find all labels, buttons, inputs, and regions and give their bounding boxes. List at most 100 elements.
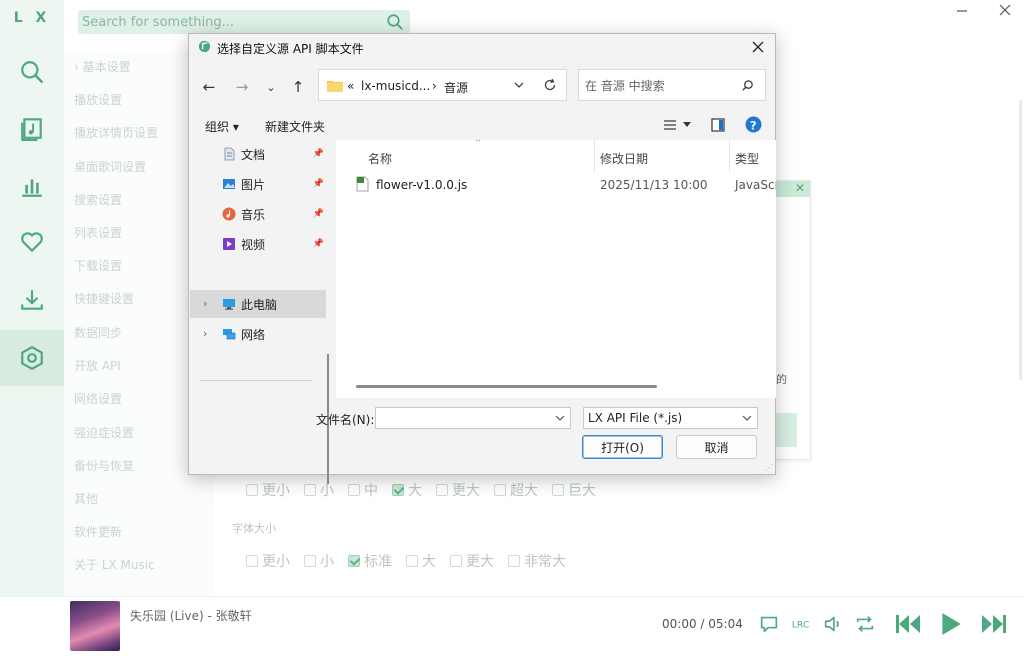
checkbox[interactable] bbox=[494, 484, 506, 496]
rail-search-button[interactable] bbox=[0, 44, 64, 100]
preview-pane-icon[interactable] bbox=[711, 118, 725, 132]
cancel-button[interactable]: 取消 bbox=[676, 435, 757, 459]
help-icon[interactable]: ? bbox=[745, 116, 762, 133]
horizontal-scrollbar[interactable] bbox=[356, 385, 657, 388]
play-icon[interactable] bbox=[937, 611, 963, 637]
size-option[interactable]: 中 bbox=[348, 480, 378, 500]
size-option[interactable]: 大 bbox=[392, 480, 422, 500]
filename-field[interactable] bbox=[375, 407, 571, 429]
checkbox[interactable] bbox=[552, 484, 564, 496]
settings-nav-item[interactable]: 播放详情页设置 bbox=[74, 124, 158, 141]
search-icon[interactable] bbox=[386, 13, 404, 31]
checkbox[interactable] bbox=[348, 484, 360, 496]
chevron-right-icon[interactable]: › bbox=[203, 297, 207, 310]
breadcrumb-overflow[interactable]: « bbox=[347, 79, 354, 93]
checkbox[interactable] bbox=[304, 555, 316, 567]
resize-grip-icon[interactable]: ⋰ bbox=[765, 463, 773, 472]
size-option[interactable]: 小 bbox=[304, 480, 334, 500]
checkbox-checked[interactable] bbox=[392, 484, 404, 496]
song-title[interactable]: 失乐园 (Live) - 张敬轩 bbox=[130, 607, 252, 624]
column-header-date[interactable]: 修改日期 bbox=[600, 150, 648, 167]
chevron-down-icon[interactable] bbox=[554, 412, 566, 424]
file-row[interactable]: flower-v1.0.0.js 2025/11/13 10:00 JavaSc… bbox=[354, 174, 776, 196]
address-dropdown-icon[interactable] bbox=[513, 78, 525, 92]
settings-nav-item[interactable]: 其他 bbox=[74, 490, 98, 507]
checkbox[interactable] bbox=[304, 484, 316, 496]
comment-icon[interactable] bbox=[758, 613, 780, 635]
search-icon[interactable] bbox=[741, 79, 754, 92]
settings-nav-item[interactable]: 网络设置 bbox=[74, 390, 122, 407]
next-icon[interactable] bbox=[980, 612, 1008, 636]
settings-nav-item[interactable]: 强迫症设置 bbox=[74, 424, 134, 441]
settings-nav-item[interactable]: 下载设置 bbox=[74, 257, 122, 274]
size-option[interactable]: 超大 bbox=[494, 480, 538, 500]
breadcrumb-item[interactable]: 音源 bbox=[444, 79, 468, 96]
global-search-input[interactable] bbox=[82, 12, 378, 32]
rail-download-button[interactable] bbox=[0, 272, 64, 328]
view-options-icon[interactable] bbox=[663, 119, 677, 131]
breadcrumb-separator[interactable]: › bbox=[432, 79, 437, 93]
back-button[interactable]: ← bbox=[200, 78, 218, 96]
tree-item-network[interactable]: › 网络 bbox=[190, 320, 326, 348]
checkbox-checked[interactable] bbox=[348, 555, 360, 567]
font-size-option[interactable]: 标准 bbox=[348, 551, 392, 571]
checkbox[interactable] bbox=[246, 555, 258, 567]
tree-item-documents[interactable]: 文档 📌 bbox=[190, 140, 326, 168]
tree-item-this-pc[interactable]: › 此电脑 bbox=[190, 290, 326, 318]
settings-nav-item[interactable]: 列表设置 bbox=[74, 224, 122, 241]
file-type-filter[interactable]: LX API File (*.js) bbox=[583, 407, 758, 429]
new-folder-button[interactable]: 新建文件夹 bbox=[265, 118, 325, 135]
previous-icon[interactable] bbox=[894, 612, 922, 636]
column-header-type[interactable]: 类型 bbox=[735, 150, 759, 167]
checkbox[interactable] bbox=[436, 484, 448, 496]
breadcrumb-item[interactable]: lx-musicd... bbox=[361, 79, 430, 93]
settings-nav-item[interactable]: 桌面歌词设置 bbox=[74, 158, 146, 175]
column-header-name[interactable]: 名称 bbox=[368, 150, 392, 167]
font-size-option[interactable]: 非常大 bbox=[508, 551, 566, 571]
font-size-option[interactable]: 更大 bbox=[450, 551, 494, 571]
settings-nav-item[interactable]: 开放 API bbox=[74, 357, 121, 374]
font-size-option[interactable]: 小 bbox=[304, 551, 334, 571]
size-option[interactable]: 巨大 bbox=[552, 480, 596, 500]
settings-nav-item[interactable]: 快捷键设置 bbox=[74, 290, 134, 307]
chevron-down-icon[interactable] bbox=[741, 412, 753, 424]
organize-menu[interactable]: 组织 ▾ bbox=[205, 118, 239, 135]
album-cover[interactable] bbox=[70, 601, 120, 651]
column-divider[interactable] bbox=[729, 140, 730, 172]
size-option[interactable]: 更小 bbox=[246, 480, 290, 500]
checkbox[interactable] bbox=[246, 484, 258, 496]
settings-nav-item[interactable]: 软件更新 bbox=[74, 523, 122, 540]
settings-nav-item[interactable]: 搜索设置 bbox=[74, 191, 122, 208]
minimize-icon[interactable] bbox=[954, 2, 970, 18]
checkbox[interactable] bbox=[450, 555, 462, 567]
rail-favorites-button[interactable] bbox=[0, 214, 64, 270]
main-scrollbar[interactable] bbox=[1019, 100, 1022, 380]
tree-item-music[interactable]: 音乐 📌 bbox=[190, 200, 326, 228]
size-option[interactable]: 更大 bbox=[436, 480, 480, 500]
checkbox[interactable] bbox=[406, 555, 418, 567]
column-divider[interactable] bbox=[594, 140, 595, 172]
close-icon[interactable] bbox=[997, 2, 1013, 18]
tree-item-videos[interactable]: 视频 📌 bbox=[190, 230, 326, 258]
font-size-option[interactable]: 大 bbox=[406, 551, 436, 571]
chevron-right-icon[interactable]: › bbox=[203, 327, 207, 340]
repeat-icon[interactable] bbox=[854, 613, 876, 635]
popup-close-icon[interactable]: ✕ bbox=[795, 181, 805, 195]
address-bar[interactable]: « lx-musicd... › 音源 bbox=[318, 69, 567, 101]
settings-nav-item[interactable]: › 基本设置 bbox=[74, 58, 131, 75]
up-button[interactable]: ↑ bbox=[289, 78, 307, 96]
view-options-chevron-icon[interactable] bbox=[683, 122, 691, 128]
volume-icon[interactable] bbox=[822, 613, 844, 635]
checkbox[interactable] bbox=[508, 555, 520, 567]
recent-locations-button[interactable]: ⌄ bbox=[262, 78, 280, 96]
dialog-close-icon[interactable] bbox=[751, 40, 765, 54]
rail-settings-button[interactable] bbox=[0, 330, 64, 386]
settings-nav-item[interactable]: 关于 LX Music bbox=[74, 556, 155, 573]
rail-library-button[interactable] bbox=[0, 100, 64, 156]
tree-item-pictures[interactable]: 图片 📌 bbox=[190, 170, 326, 198]
settings-nav-item[interactable]: 数据同步 bbox=[74, 324, 122, 341]
settings-nav-item[interactable]: 播放设置 bbox=[74, 91, 122, 108]
refresh-icon[interactable] bbox=[543, 78, 557, 92]
folder-search-input[interactable] bbox=[585, 77, 735, 95]
lyric-icon[interactable]: LRC bbox=[790, 613, 812, 635]
